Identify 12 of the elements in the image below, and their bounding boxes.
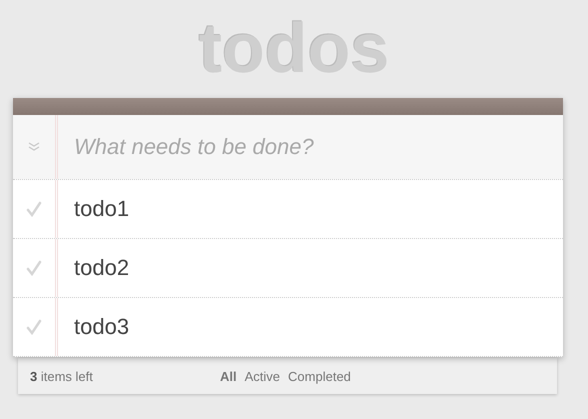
- filter-link[interactable]: Completed: [288, 368, 351, 384]
- todo-label[interactable]: todo2: [74, 255, 130, 281]
- filter-link[interactable]: All: [220, 368, 237, 384]
- items-left-count: 3 items left: [30, 368, 94, 384]
- checkmark-icon[interactable]: [26, 319, 42, 335]
- chevron-down-icon[interactable]: [27, 142, 41, 152]
- todo-label[interactable]: todo1: [74, 196, 130, 222]
- checkmark-icon[interactable]: [26, 201, 42, 217]
- todo-label[interactable]: todo3: [74, 314, 130, 340]
- new-todo-field[interactable]: What needs to be done?: [58, 115, 563, 179]
- filter-link[interactable]: Active: [244, 368, 280, 384]
- checkmark-icon[interactable]: [26, 260, 42, 276]
